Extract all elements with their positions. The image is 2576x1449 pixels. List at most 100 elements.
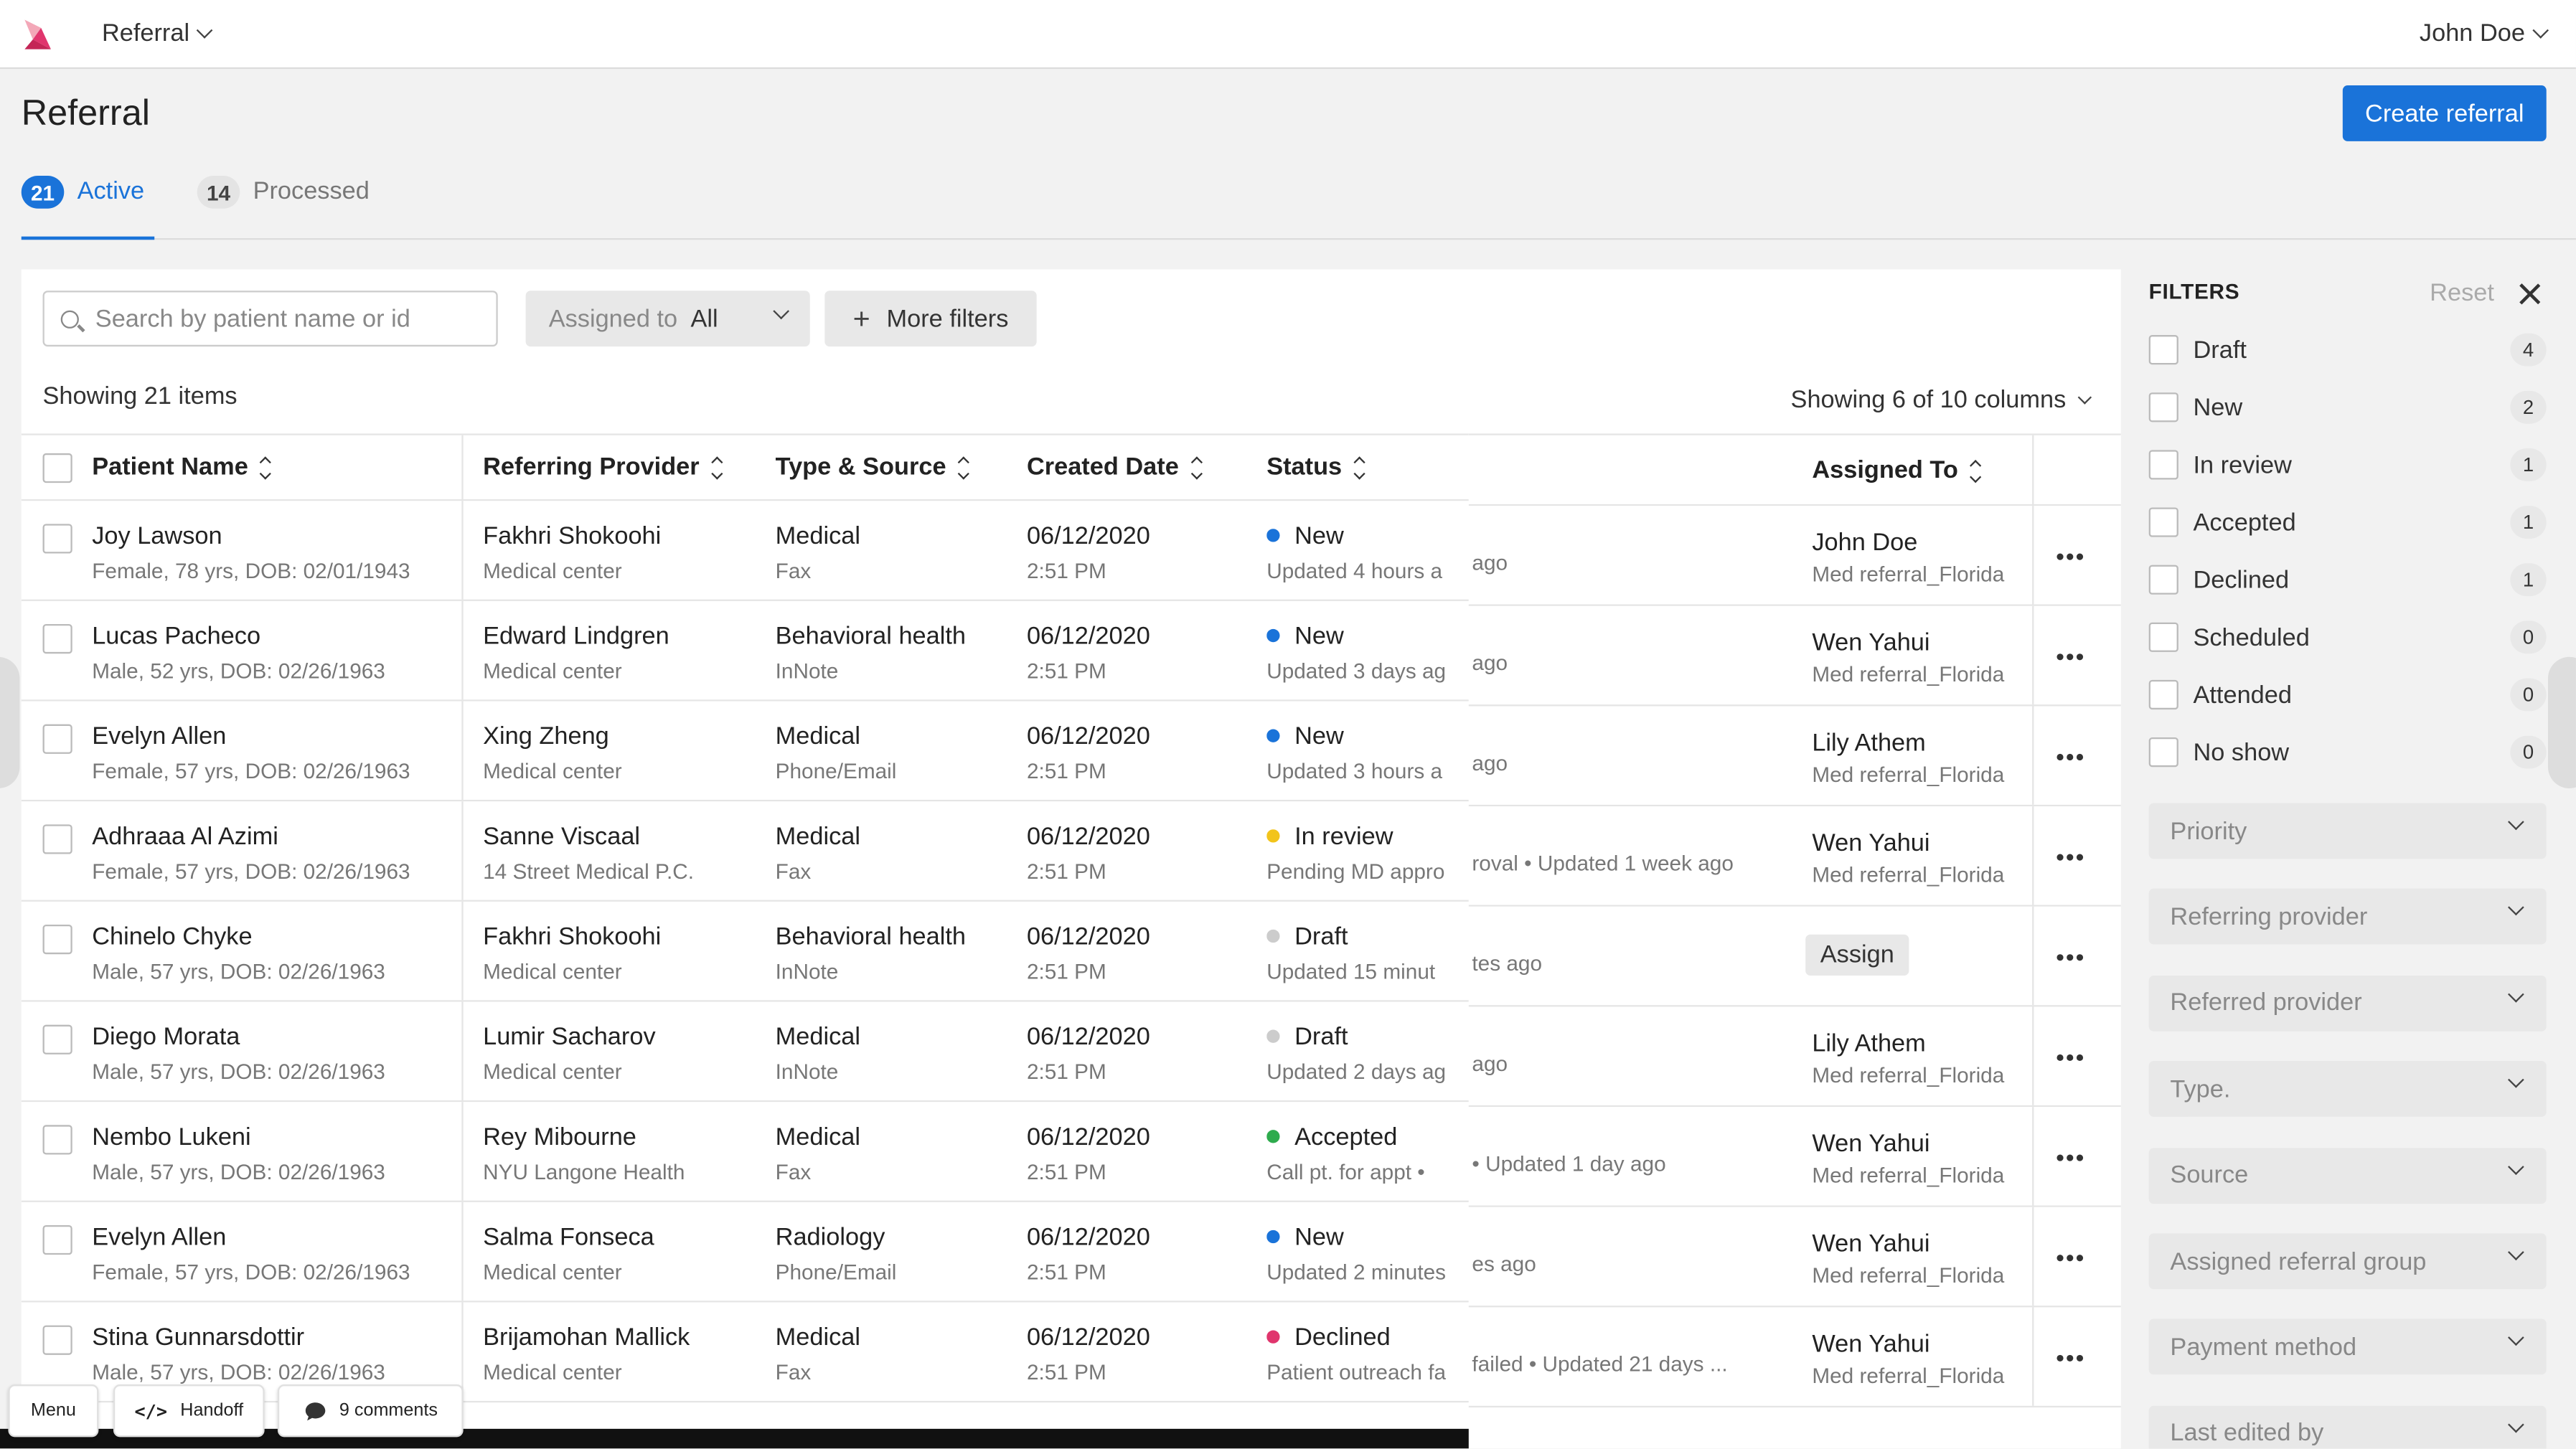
app-logo-icon[interactable] — [22, 16, 55, 52]
row-checkbox[interactable] — [42, 524, 72, 554]
menu-button[interactable]: Menu — [8, 1384, 99, 1438]
status-detail-overflow: ago — [1472, 750, 1508, 775]
patient-name[interactable]: Joy Lawson — [92, 522, 410, 550]
table-row-right[interactable]: es ago Wen Yahui Med referral_Florida — [1468, 1207, 2121, 1308]
row-checkbox[interactable] — [42, 1325, 72, 1355]
table-row-right[interactable]: failed • Updated 21 days ... Wen Yahui Med… — [1468, 1307, 2121, 1408]
table-row[interactable]: Nembo Lukeni Male, 57 yrs, DOB: 02/26/196… — [21, 1102, 1469, 1202]
table-row[interactable]: Joy Lawson Female, 78 yrs, DOB: 02/01/194… — [21, 501, 1469, 601]
table-row-right[interactable]: roval • Updated 1 week ago Wen Yahui Med r… — [1468, 806, 2121, 907]
prev-page-handle[interactable] — [0, 656, 20, 788]
column-divider — [461, 600, 464, 700]
assign-button[interactable]: Assign — [1805, 934, 1909, 976]
more-actions-icon[interactable] — [2052, 639, 2088, 675]
more-actions-icon[interactable] — [2052, 1340, 2088, 1376]
patient-name[interactable]: Evelyn Allen — [92, 722, 410, 750]
more-filters-button[interactable]: + More filters — [824, 291, 1037, 347]
filter-checkbox[interactable] — [2148, 450, 2178, 480]
tab-processed[interactable]: 14 Processed — [197, 171, 395, 240]
table-row[interactable]: Lucas Pacheco Male, 52 yrs, DOB: 02/26/19… — [21, 600, 1469, 702]
more-actions-icon[interactable] — [2052, 739, 2088, 775]
filter-dropdown-source[interactable]: Source — [2148, 1147, 2547, 1204]
more-actions-icon[interactable] — [2052, 1039, 2088, 1075]
more-actions-icon[interactable] — [2052, 539, 2088, 575]
filter-option-scheduled[interactable]: Scheduled 0 — [2148, 620, 2547, 654]
filter-option-draft[interactable]: Draft 4 — [2148, 333, 2547, 367]
filter-checkbox[interactable] — [2148, 507, 2178, 537]
filter-dropdown-referring-provider[interactable]: Referring provider — [2148, 889, 2547, 945]
row-checkbox[interactable] — [42, 1125, 72, 1155]
row-checkbox[interactable] — [42, 724, 72, 754]
filter-option-no-show[interactable]: No show 0 — [2148, 735, 2547, 769]
table-row[interactable]: Diego Morata Male, 57 yrs, DOB: 02/26/196… — [21, 1001, 1469, 1103]
table-row-right[interactable]: ago Wen Yahui Med referral_Florida — [1468, 605, 2121, 707]
column-header-assigned[interactable]: Assigned To — [1812, 456, 1982, 484]
filter-checkbox[interactable] — [2148, 622, 2178, 652]
patient-name[interactable]: Lucas Pacheco — [92, 623, 385, 651]
comments-button[interactable]: 9 comments — [277, 1384, 464, 1438]
filter-checkbox[interactable] — [2148, 565, 2178, 595]
filter-dropdown-payment-method[interactable]: Payment method — [2148, 1319, 2547, 1376]
column-divider — [2032, 906, 2034, 1006]
search-input[interactable]: Search by patient name or id — [42, 291, 498, 347]
row-checkbox[interactable] — [42, 1224, 72, 1255]
filter-option-in-review[interactable]: In review 1 — [2148, 448, 2547, 481]
column-divider — [461, 701, 464, 800]
row-checkbox[interactable] — [42, 924, 72, 955]
table-row-right[interactable]: tes ago Assign — [1468, 906, 2121, 1007]
status-detail: Call pt. for appt • — [1266, 1159, 1425, 1184]
patient-name[interactable]: Nembo Lukeni — [92, 1123, 385, 1151]
row-checkbox[interactable] — [42, 1024, 72, 1054]
row-checkbox[interactable] — [42, 624, 72, 654]
more-actions-icon[interactable] — [2052, 1140, 2088, 1176]
table-row-right[interactable]: ago John Doe Med referral_Florida — [1468, 506, 2121, 606]
filter-dropdown-referred-provider[interactable]: Referred provider — [2148, 975, 2547, 1032]
assigned-to-dropdown[interactable]: Assigned to All — [525, 291, 810, 347]
more-actions-icon[interactable] — [2052, 940, 2088, 976]
column-header-created[interactable]: Created Date — [1027, 453, 1202, 481]
table-row[interactable]: Adhraaa Al Azimi Female, 57 yrs, DOB: 02/… — [21, 801, 1469, 902]
app-switcher[interactable]: Referral — [102, 19, 214, 47]
table-row[interactable]: Chinelo Chyke Male, 57 yrs, DOB: 02/26/19… — [21, 901, 1469, 1002]
filter-option-new[interactable]: New 2 — [2148, 390, 2547, 424]
more-actions-icon[interactable] — [2052, 839, 2088, 875]
reset-filters-link[interactable]: Reset — [2430, 279, 2494, 307]
patient-name[interactable]: Diego Morata — [92, 1023, 385, 1051]
user-menu[interactable]: John Doe — [2420, 19, 2549, 47]
next-page-handle[interactable] — [2548, 656, 2576, 788]
more-actions-icon[interactable] — [2052, 1240, 2088, 1276]
filter-checkbox[interactable] — [2148, 737, 2178, 768]
patient-name[interactable]: Chinelo Chyke — [92, 923, 385, 951]
filter-checkbox[interactable] — [2148, 335, 2178, 365]
handoff-button[interactable]: </> Handoff — [113, 1384, 265, 1438]
filter-option-accepted[interactable]: Accepted 1 — [2148, 506, 2547, 539]
filter-dropdown-type[interactable]: Type. — [2148, 1061, 2547, 1118]
status-detail: Updated 15 minut — [1266, 959, 1436, 984]
column-header-provider[interactable]: Referring Provider — [483, 453, 723, 481]
filter-dropdown-priority[interactable]: Priority — [2148, 803, 2547, 859]
column-header-type[interactable]: Type & Source — [776, 453, 969, 481]
filter-option-attended[interactable]: Attended 0 — [2148, 678, 2547, 712]
table-row-right[interactable]: ago Lily Athem Med referral_Florida — [1468, 1006, 2121, 1108]
table-row-right[interactable]: ago Lily Athem Med referral_Florida — [1468, 706, 2121, 807]
column-header-patient[interactable]: Patient Name — [92, 453, 271, 481]
select-all-checkbox[interactable] — [42, 453, 72, 483]
filter-dropdown-last-edited-by[interactable]: Last edited by — [2148, 1405, 2547, 1449]
filter-checkbox[interactable] — [2148, 679, 2178, 710]
filter-checkbox[interactable] — [2148, 392, 2178, 423]
tab-active[interactable]: 21 Active — [21, 171, 155, 240]
filter-dropdown-assigned-referral-group[interactable]: Assigned referral group — [2148, 1233, 2547, 1290]
table-row[interactable]: Evelyn Allen Female, 57 yrs, DOB: 02/26/1… — [21, 1202, 1469, 1303]
patient-name[interactable]: Evelyn Allen — [92, 1224, 410, 1252]
create-referral-button[interactable]: Create referral — [2342, 85, 2547, 141]
column-header-status[interactable]: Status — [1266, 453, 1365, 481]
row-checkbox[interactable] — [42, 824, 72, 854]
close-icon[interactable] — [2519, 283, 2542, 306]
table-row-right[interactable]: • Updated 1 day ago Wen Yahui Med referral… — [1468, 1107, 2121, 1207]
patient-name[interactable]: Adhraaa Al Azimi — [92, 823, 410, 851]
table-row[interactable]: Evelyn Allen Female, 57 yrs, DOB: 02/26/1… — [21, 701, 1469, 802]
patient-name[interactable]: Stina Gunnarsdottir — [92, 1323, 385, 1351]
column-selector[interactable]: Showing 6 of 10 columns — [1791, 386, 2092, 414]
filter-option-declined[interactable]: Declined 1 — [2148, 563, 2547, 597]
comments-label: 9 comments — [339, 1400, 438, 1421]
